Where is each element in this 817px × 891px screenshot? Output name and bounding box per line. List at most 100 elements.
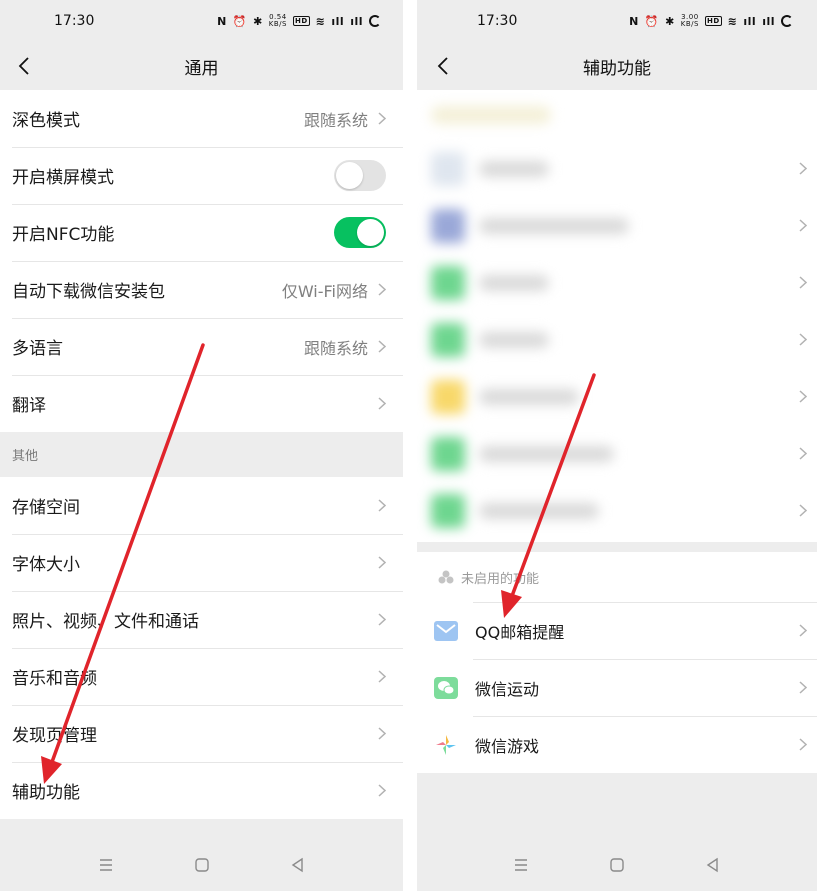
accessibility-screen: 17:30 N ⏰ ✱ 3.00KB/S HD ≋ ıll ıll 辅助功能 xyxy=(417,0,817,891)
setting-font-size[interactable]: 字体大小 xyxy=(0,534,403,591)
blurred-row xyxy=(417,90,817,140)
back-triangle-icon[interactable] xyxy=(289,856,307,874)
setting-dark-mode[interactable]: 深色模式 跟随系统 xyxy=(0,90,403,147)
blurred-chevron-row[interactable] xyxy=(799,140,807,197)
blurred-icon xyxy=(431,322,465,357)
back-button[interactable] xyxy=(12,51,36,81)
blurred-icon xyxy=(431,493,465,528)
back-button[interactable] xyxy=(431,51,455,81)
settings-general-screen: 17:30 N ⏰ ✱ 0.54 KB/S HD ≋ ıll ıll 通用 深色模… xyxy=(0,0,403,891)
blurred-chevron-row[interactable] xyxy=(799,425,807,482)
setting-audio[interactable]: 音乐和音频 xyxy=(0,648,403,705)
blurred-icon xyxy=(431,436,465,471)
blurred-row xyxy=(417,254,817,311)
chevron-right-icon xyxy=(378,340,386,353)
general-settings-list: 深色模式 跟随系统 开启横屏模式 开启NFC功能 自动下载微信安装包 仅Wi-F… xyxy=(0,90,403,432)
feature-wechat-game[interactable]: 微信游戏 xyxy=(417,716,817,773)
signal-icon: ıll xyxy=(743,14,757,28)
blurred-bar xyxy=(479,160,549,177)
chevron-right-icon xyxy=(799,276,807,289)
chevron-right-icon xyxy=(378,397,386,410)
setting-auto-download[interactable]: 自动下载微信安装包 仅Wi-Fi网络 xyxy=(0,261,403,318)
blurred-chevron-row[interactable] xyxy=(799,254,807,311)
chevron-right-icon xyxy=(799,162,807,175)
feature-label: 微信运动 xyxy=(475,679,540,699)
bluetooth-icon: ✱ xyxy=(253,14,263,28)
setting-label: 多语言 xyxy=(12,339,63,359)
setting-label: 开启NFC功能 xyxy=(12,225,115,245)
chevron-right-icon xyxy=(378,613,386,626)
setting-label: 照片、视频、文件和通话 xyxy=(12,612,199,632)
chevron-right-icon xyxy=(378,499,386,512)
back-chevron-icon xyxy=(18,57,29,75)
blurred-row xyxy=(417,140,817,197)
signal-2-icon: ıll xyxy=(350,14,363,28)
wifi-icon: ≋ xyxy=(315,14,326,28)
menu-icon[interactable] xyxy=(97,856,115,874)
blurred-icon xyxy=(431,265,465,300)
setting-storage[interactable]: 存储空间 xyxy=(0,477,403,534)
home-icon[interactable] xyxy=(608,856,626,874)
blurred-bar xyxy=(431,106,551,124)
bluetooth-icon: ✱ xyxy=(665,14,675,28)
blurred-chevron-row[interactable] xyxy=(799,311,807,368)
other-settings-list: 存储空间 字体大小 照片、视频、文件和通话 音乐和音频 发现页管理 辅助功能 xyxy=(0,477,403,819)
hd-badge: HD xyxy=(292,16,310,26)
setting-label: 辅助功能 xyxy=(12,783,80,803)
wechat-sport-icon xyxy=(433,675,459,701)
chevron-right-icon xyxy=(799,447,807,460)
status-time: 17:30 xyxy=(54,13,95,29)
blurred-bar xyxy=(479,217,629,234)
setting-label: 自动下载微信安装包 xyxy=(12,282,165,302)
network-speed: 0.54 KB/S xyxy=(268,13,287,28)
status-bar: 17:30 N ⏰ ✱ 0.54 KB/S HD ≋ ıll ıll xyxy=(0,0,403,42)
blurred-bar xyxy=(479,331,549,348)
menu-icon[interactable] xyxy=(512,856,530,874)
blurred-row xyxy=(417,425,817,482)
blurred-bar xyxy=(479,388,579,405)
blurred-bar xyxy=(479,502,599,519)
blurred-content xyxy=(417,90,817,539)
nfc-toggle[interactable] xyxy=(334,217,386,248)
battery-icon xyxy=(369,15,381,27)
enabled-features-blurred xyxy=(417,90,817,542)
wechat-game-icon xyxy=(433,732,459,758)
section-gap xyxy=(417,542,817,552)
back-triangle-icon[interactable] xyxy=(704,856,722,874)
chevron-right-icon xyxy=(799,390,807,403)
blurred-chevron-row[interactable] xyxy=(799,197,807,254)
setting-label: 音乐和音频 xyxy=(12,669,97,689)
hd-badge: HD xyxy=(704,16,722,26)
chevron-right-icon xyxy=(378,670,386,683)
alarm-icon: ⏰ xyxy=(232,14,248,28)
system-nav-bar xyxy=(417,839,817,891)
blurred-icon xyxy=(431,379,465,414)
status-icons: N ⏰ ✱ 0.54 KB/S HD ≋ ıll ıll xyxy=(217,14,381,28)
blurred-bar xyxy=(479,274,549,291)
setting-accessibility[interactable]: 辅助功能 xyxy=(0,762,403,819)
blurred-chevron-row[interactable] xyxy=(799,368,807,425)
nav-bar: 通用 xyxy=(0,42,403,90)
signal-icon: ıll xyxy=(331,14,345,28)
blurred-row xyxy=(417,311,817,368)
home-icon[interactable] xyxy=(193,856,211,874)
page-title: 辅助功能 xyxy=(583,58,651,79)
setting-value: 仅Wi-Fi网络 xyxy=(281,281,368,301)
setting-media[interactable]: 照片、视频、文件和通话 xyxy=(0,591,403,648)
setting-language[interactable]: 多语言 跟随系统 xyxy=(0,318,403,375)
feature-wechat-sport[interactable]: 微信运动 xyxy=(417,659,817,716)
setting-discover-manage[interactable]: 发现页管理 xyxy=(0,705,403,762)
setting-nfc: 开启NFC功能 xyxy=(0,204,403,261)
feature-qq-mail[interactable]: QQ邮箱提醒 xyxy=(417,602,817,659)
blurred-chevron-row[interactable] xyxy=(799,482,807,539)
landscape-toggle[interactable] xyxy=(334,160,386,191)
chevron-right-icon xyxy=(799,333,807,346)
setting-value: 跟随系统 xyxy=(303,110,368,130)
chevron-right-icon xyxy=(378,784,386,797)
feature-label: QQ邮箱提醒 xyxy=(475,622,565,642)
setting-translate[interactable]: 翻译 xyxy=(0,375,403,432)
system-nav-bar xyxy=(0,839,403,891)
nav-bar: 辅助功能 xyxy=(417,42,817,90)
signal-2-icon: ıll xyxy=(762,14,775,28)
nfc-icon: N xyxy=(217,14,227,28)
